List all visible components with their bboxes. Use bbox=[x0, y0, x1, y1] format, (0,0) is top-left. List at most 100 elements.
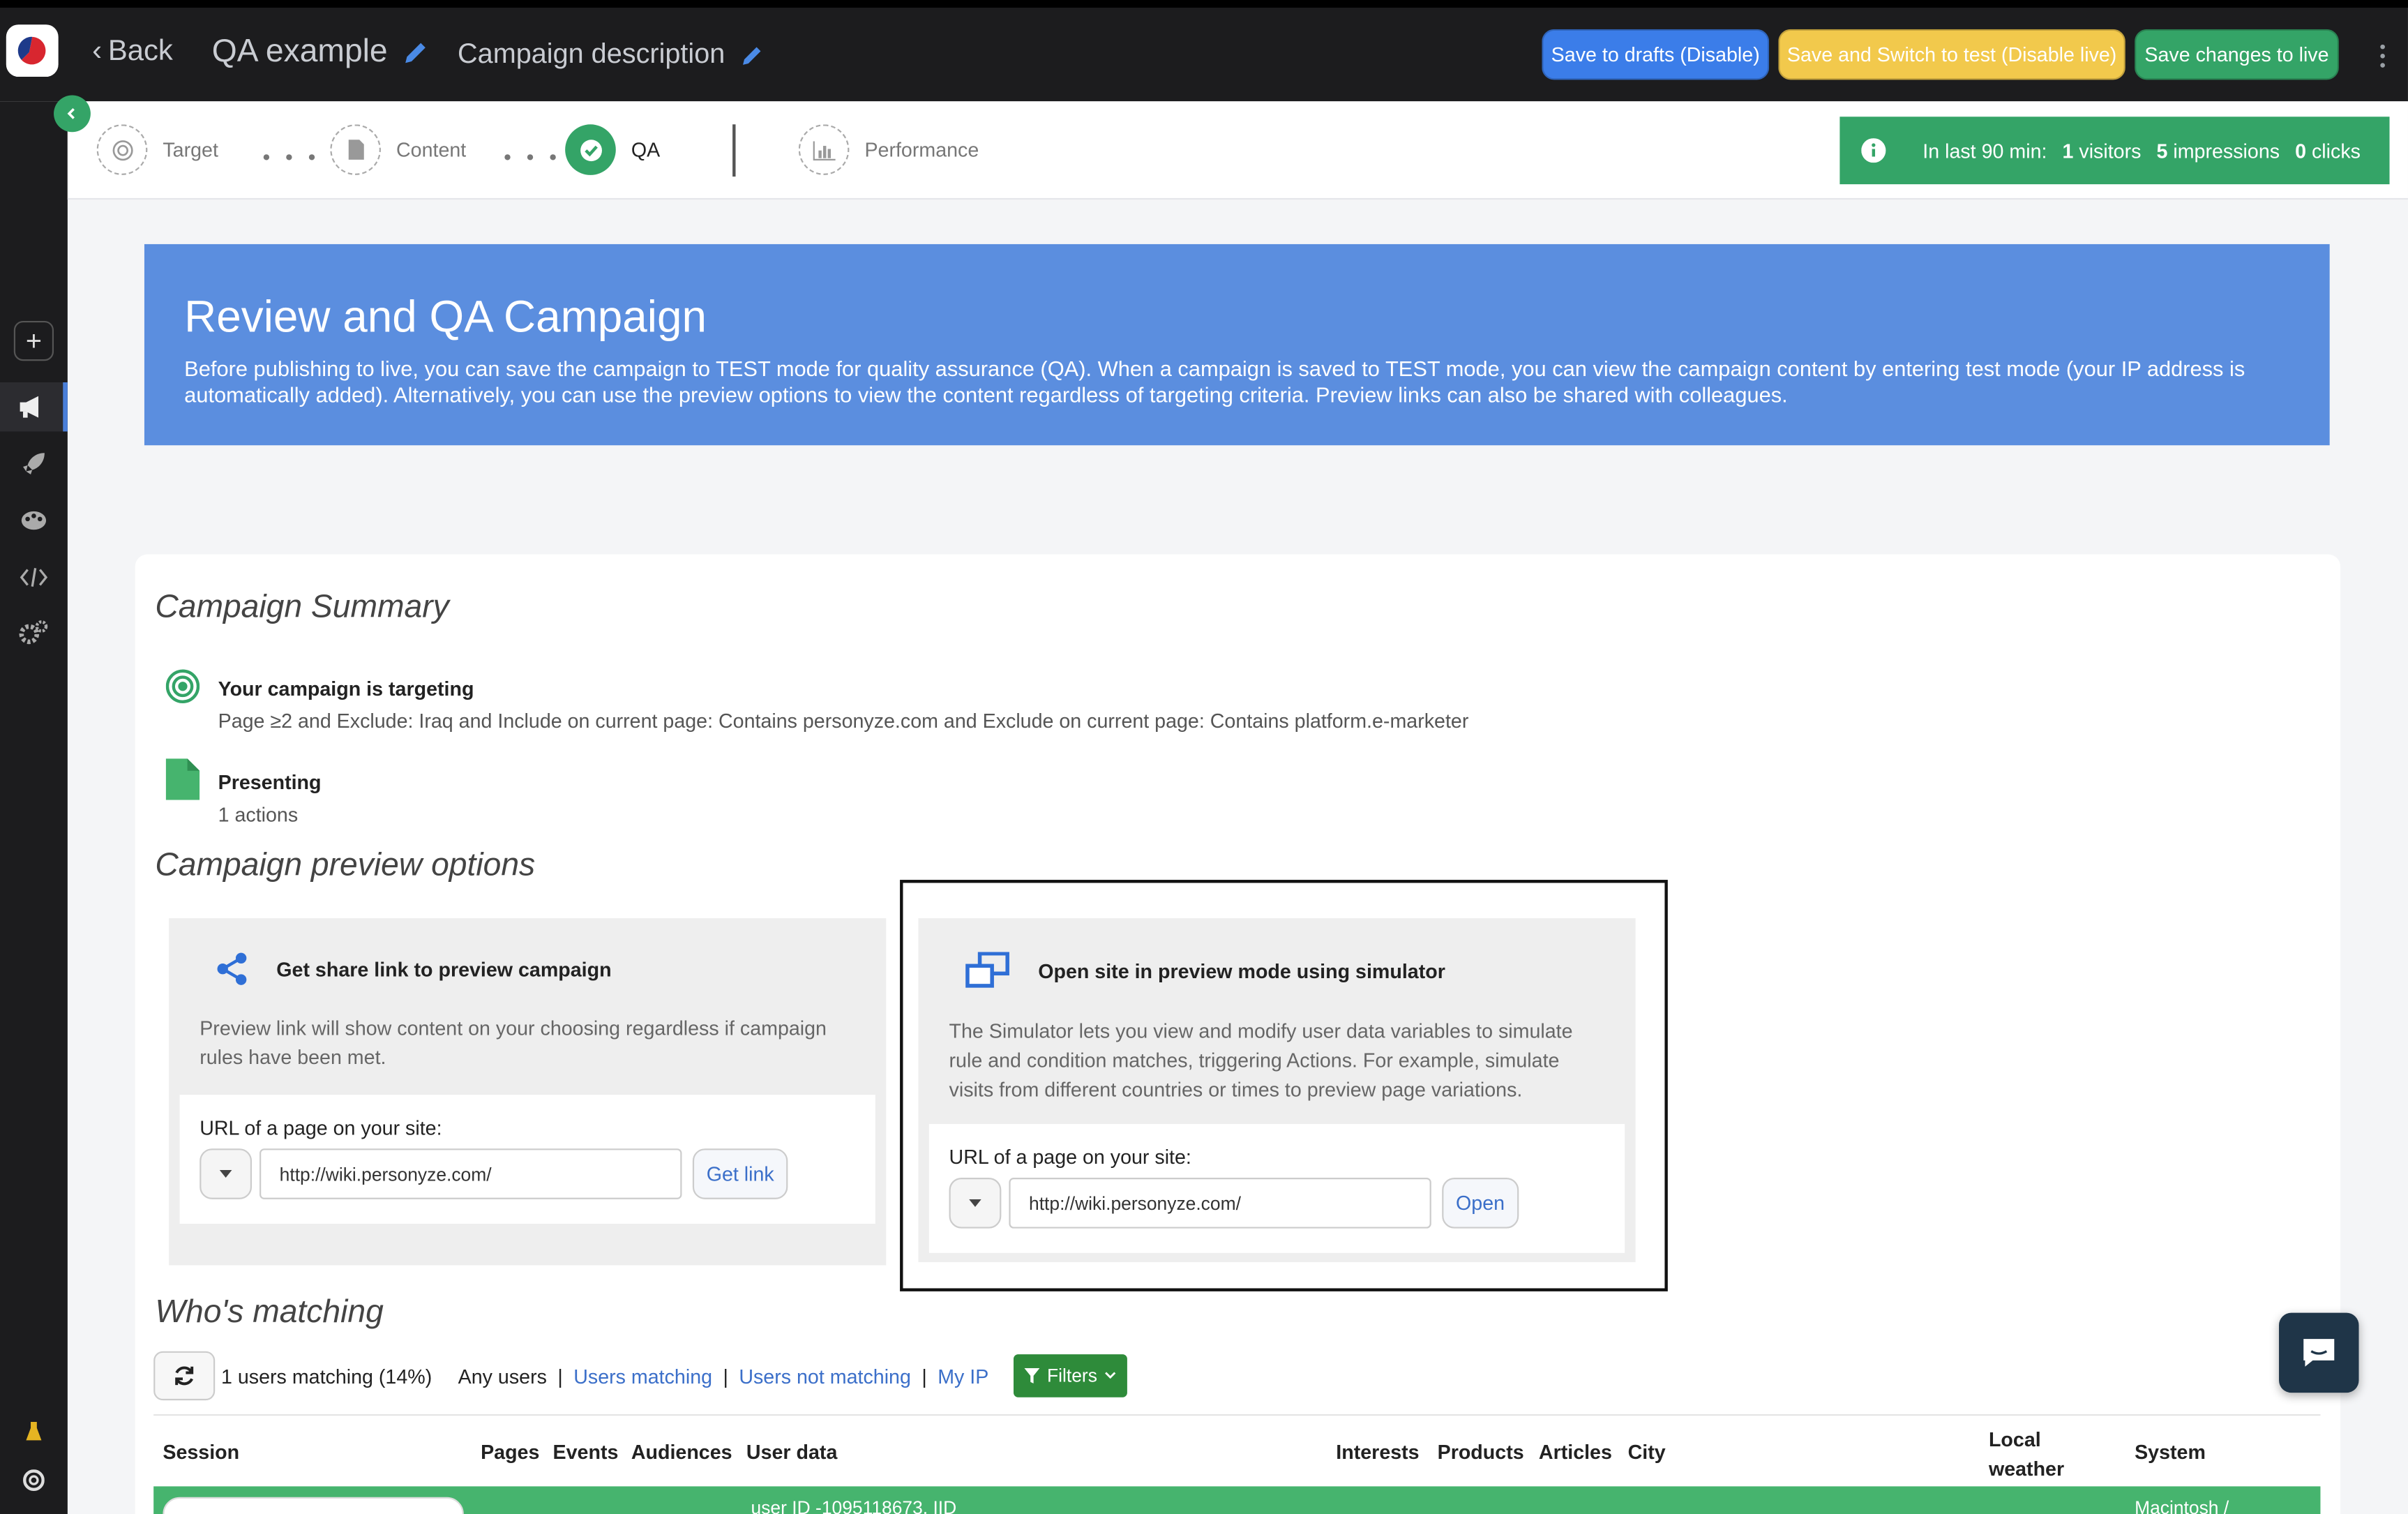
help-nav[interactable] bbox=[0, 1455, 68, 1504]
preview-options-heading: Campaign preview options bbox=[155, 847, 536, 883]
campaign-title-text: QA example bbox=[211, 33, 388, 70]
personyze-logo[interactable] bbox=[6, 24, 59, 77]
step-separator: • • • bbox=[504, 144, 562, 170]
refresh-button[interactable] bbox=[153, 1351, 216, 1401]
left-rail: + bbox=[0, 101, 68, 1514]
filter-divider: | bbox=[557, 1364, 563, 1388]
url-history-dropdown[interactable] bbox=[200, 1148, 253, 1199]
targeting-title: Your campaign is targeting bbox=[218, 677, 474, 700]
funnel-icon bbox=[1023, 1367, 1040, 1384]
col-local-weather-line1: Local bbox=[1988, 1427, 2041, 1451]
pencil-icon[interactable] bbox=[403, 38, 431, 66]
flask-icon bbox=[26, 1421, 42, 1441]
save-changes-to-live-button[interactable]: Save changes to live bbox=[2135, 29, 2339, 80]
banner-title: Review and QA Campaign bbox=[184, 293, 707, 343]
megaphone-icon bbox=[19, 396, 38, 418]
pencil-icon[interactable] bbox=[740, 43, 765, 67]
lifebuoy-icon bbox=[23, 1469, 45, 1491]
plus-icon: + bbox=[13, 320, 54, 361]
campaign-stepper: Target • • • Content • • • QA Performanc… bbox=[67, 101, 2408, 200]
launch-nav[interactable] bbox=[0, 439, 68, 488]
filter-my-ip[interactable]: My IP bbox=[938, 1364, 988, 1387]
more-options-icon[interactable] bbox=[2371, 44, 2393, 75]
col-user-data[interactable]: User data bbox=[746, 1440, 837, 1463]
filter-divider: | bbox=[723, 1364, 728, 1388]
share-link-form: URL of a page on your site: http://wiki.… bbox=[179, 1095, 875, 1224]
campaigns-nav[interactable] bbox=[0, 382, 68, 432]
col-interests[interactable]: Interests bbox=[1336, 1440, 1419, 1463]
col-articles[interactable]: Articles bbox=[1539, 1440, 1612, 1463]
filter-users-matching[interactable]: Users matching bbox=[573, 1364, 712, 1387]
visitors-label: visitors bbox=[2079, 139, 2142, 163]
campaign-description[interactable]: Campaign description bbox=[458, 38, 765, 70]
col-local-weather[interactable]: Local weather bbox=[1989, 1425, 2064, 1483]
info-icon bbox=[1861, 138, 1886, 163]
chevron-down-icon bbox=[1106, 1372, 1117, 1379]
col-events[interactable]: Events bbox=[553, 1440, 619, 1463]
top-bar: ‹ Back QA example Campaign description S… bbox=[0, 0, 2408, 102]
step-performance[interactable]: Performance bbox=[798, 124, 979, 175]
palette-icon bbox=[21, 511, 47, 530]
matching-toolbar: 1 users matching (14%) Any users | Users… bbox=[153, 1351, 1128, 1401]
step-target-label: Target bbox=[163, 138, 218, 162]
bar-chart-icon bbox=[798, 124, 850, 175]
check-circle-icon bbox=[565, 124, 616, 175]
add-button[interactable]: + bbox=[0, 316, 68, 365]
col-local-weather-line2: weather bbox=[1988, 1457, 2065, 1481]
refresh-icon bbox=[175, 1366, 194, 1386]
impressions-label: impressions bbox=[2173, 139, 2280, 163]
filter-divider: | bbox=[921, 1364, 927, 1388]
session-pill[interactable] bbox=[163, 1497, 464, 1514]
back-button[interactable]: ‹ Back bbox=[92, 36, 173, 69]
table-row[interactable]: user ID -1095118673, IID Macintosh / bbox=[153, 1486, 2321, 1514]
chevron-left-icon: ‹ bbox=[92, 35, 103, 68]
col-products[interactable]: Products bbox=[1438, 1440, 1524, 1463]
save-and-switch-to-test-button[interactable]: Save and Switch to test (Disable live) bbox=[1778, 29, 2125, 80]
code-icon bbox=[20, 568, 48, 587]
step-content[interactable]: Content bbox=[330, 124, 466, 175]
dashboard-nav[interactable] bbox=[0, 496, 68, 545]
col-pages[interactable]: Pages bbox=[481, 1440, 539, 1463]
settings-nav[interactable] bbox=[0, 608, 68, 657]
share-url-label: URL of a page on your site: bbox=[200, 1116, 442, 1139]
row-system: Macintosh / bbox=[2135, 1497, 2229, 1514]
step-target[interactable]: Target bbox=[96, 124, 218, 175]
share-link-title: Get share link to preview campaign bbox=[276, 957, 612, 981]
share-link-panel: Get share link to preview campaign Previ… bbox=[169, 918, 887, 1266]
col-system[interactable]: System bbox=[2135, 1440, 2206, 1463]
gears-icon bbox=[19, 620, 48, 645]
whos-matching-heading: Who's matching bbox=[155, 1294, 384, 1330]
matching-count: 1 users matching (14%) bbox=[221, 1364, 432, 1388]
highlight-frame bbox=[900, 880, 1668, 1291]
filters-label: Filters bbox=[1047, 1365, 1097, 1387]
clicks-count: 0 bbox=[2295, 139, 2306, 163]
col-city[interactable]: City bbox=[1628, 1440, 1666, 1463]
get-link-button[interactable]: Get link bbox=[692, 1148, 788, 1199]
save-to-drafts-button[interactable]: Save to drafts (Disable) bbox=[1542, 29, 1770, 80]
collapse-sidebar-button[interactable] bbox=[54, 95, 91, 133]
col-audiences[interactable]: Audiences bbox=[631, 1440, 732, 1463]
col-session[interactable]: Session bbox=[163, 1440, 239, 1463]
target-icon bbox=[96, 124, 148, 175]
code-nav[interactable] bbox=[0, 553, 68, 601]
step-divider bbox=[732, 124, 736, 177]
filters-button[interactable]: Filters bbox=[1013, 1354, 1128, 1397]
step-content-label: Content bbox=[396, 138, 467, 162]
step-qa-label: QA bbox=[631, 138, 661, 162]
document-icon bbox=[165, 758, 200, 800]
campaign-title[interactable]: QA example bbox=[212, 33, 431, 70]
step-qa[interactable]: QA bbox=[565, 124, 660, 175]
step-separator: • • • bbox=[262, 144, 320, 170]
lab-nav[interactable] bbox=[0, 1407, 68, 1455]
filter-users-not-matching[interactable]: Users not matching bbox=[739, 1364, 911, 1387]
presenting-text: 1 actions bbox=[218, 803, 299, 827]
campaign-description-text: Campaign description bbox=[458, 38, 725, 70]
share-url-input[interactable]: http://wiki.personyze.com/ bbox=[259, 1148, 682, 1199]
presenting-summary: Presenting 1 actions bbox=[165, 758, 322, 827]
chat-widget-button[interactable] bbox=[2279, 1312, 2359, 1393]
presenting-title: Presenting bbox=[218, 770, 322, 794]
filter-any-users[interactable]: Any users bbox=[458, 1364, 547, 1387]
chat-bubble-icon bbox=[2303, 1339, 2335, 1367]
back-label: Back bbox=[107, 35, 173, 68]
targeting-summary: Your campaign is targeting Page ≥2 and E… bbox=[165, 669, 1469, 733]
